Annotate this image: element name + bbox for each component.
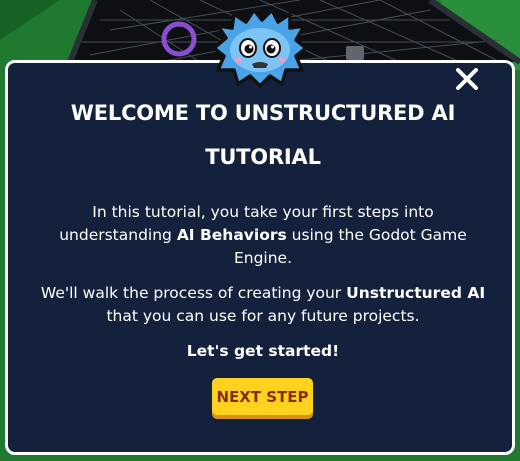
game-viewport: WELCOME TO UNSTRUCTURED AI TUTORIAL In t… <box>0 0 520 461</box>
process-text-end: that you can use for any future projects… <box>106 307 420 325</box>
close-button[interactable] <box>450 62 484 96</box>
process-text-bold: Unstructured AI <box>346 284 486 302</box>
close-icon <box>456 68 478 90</box>
next-step-button[interactable]: NEXT STEP <box>212 378 313 415</box>
intro-text-bold: AI Behaviors <box>176 226 287 244</box>
process-paragraph: We'll walk the process of creating your … <box>38 282 488 328</box>
call-to-action-text: Let's get started! <box>186 342 340 360</box>
intro-paragraph: In this tutorial, you take your first st… <box>38 201 488 270</box>
tutorial-dialog: WELCOME TO UNSTRUCTURED AI TUTORIAL In t… <box>5 60 515 455</box>
blue-robot-mascot-icon <box>212 8 308 88</box>
process-text-start: We'll walk the process of creating your <box>40 284 347 302</box>
dialog-title: WELCOME TO UNSTRUCTURED AI TUTORIAL <box>70 101 456 169</box>
